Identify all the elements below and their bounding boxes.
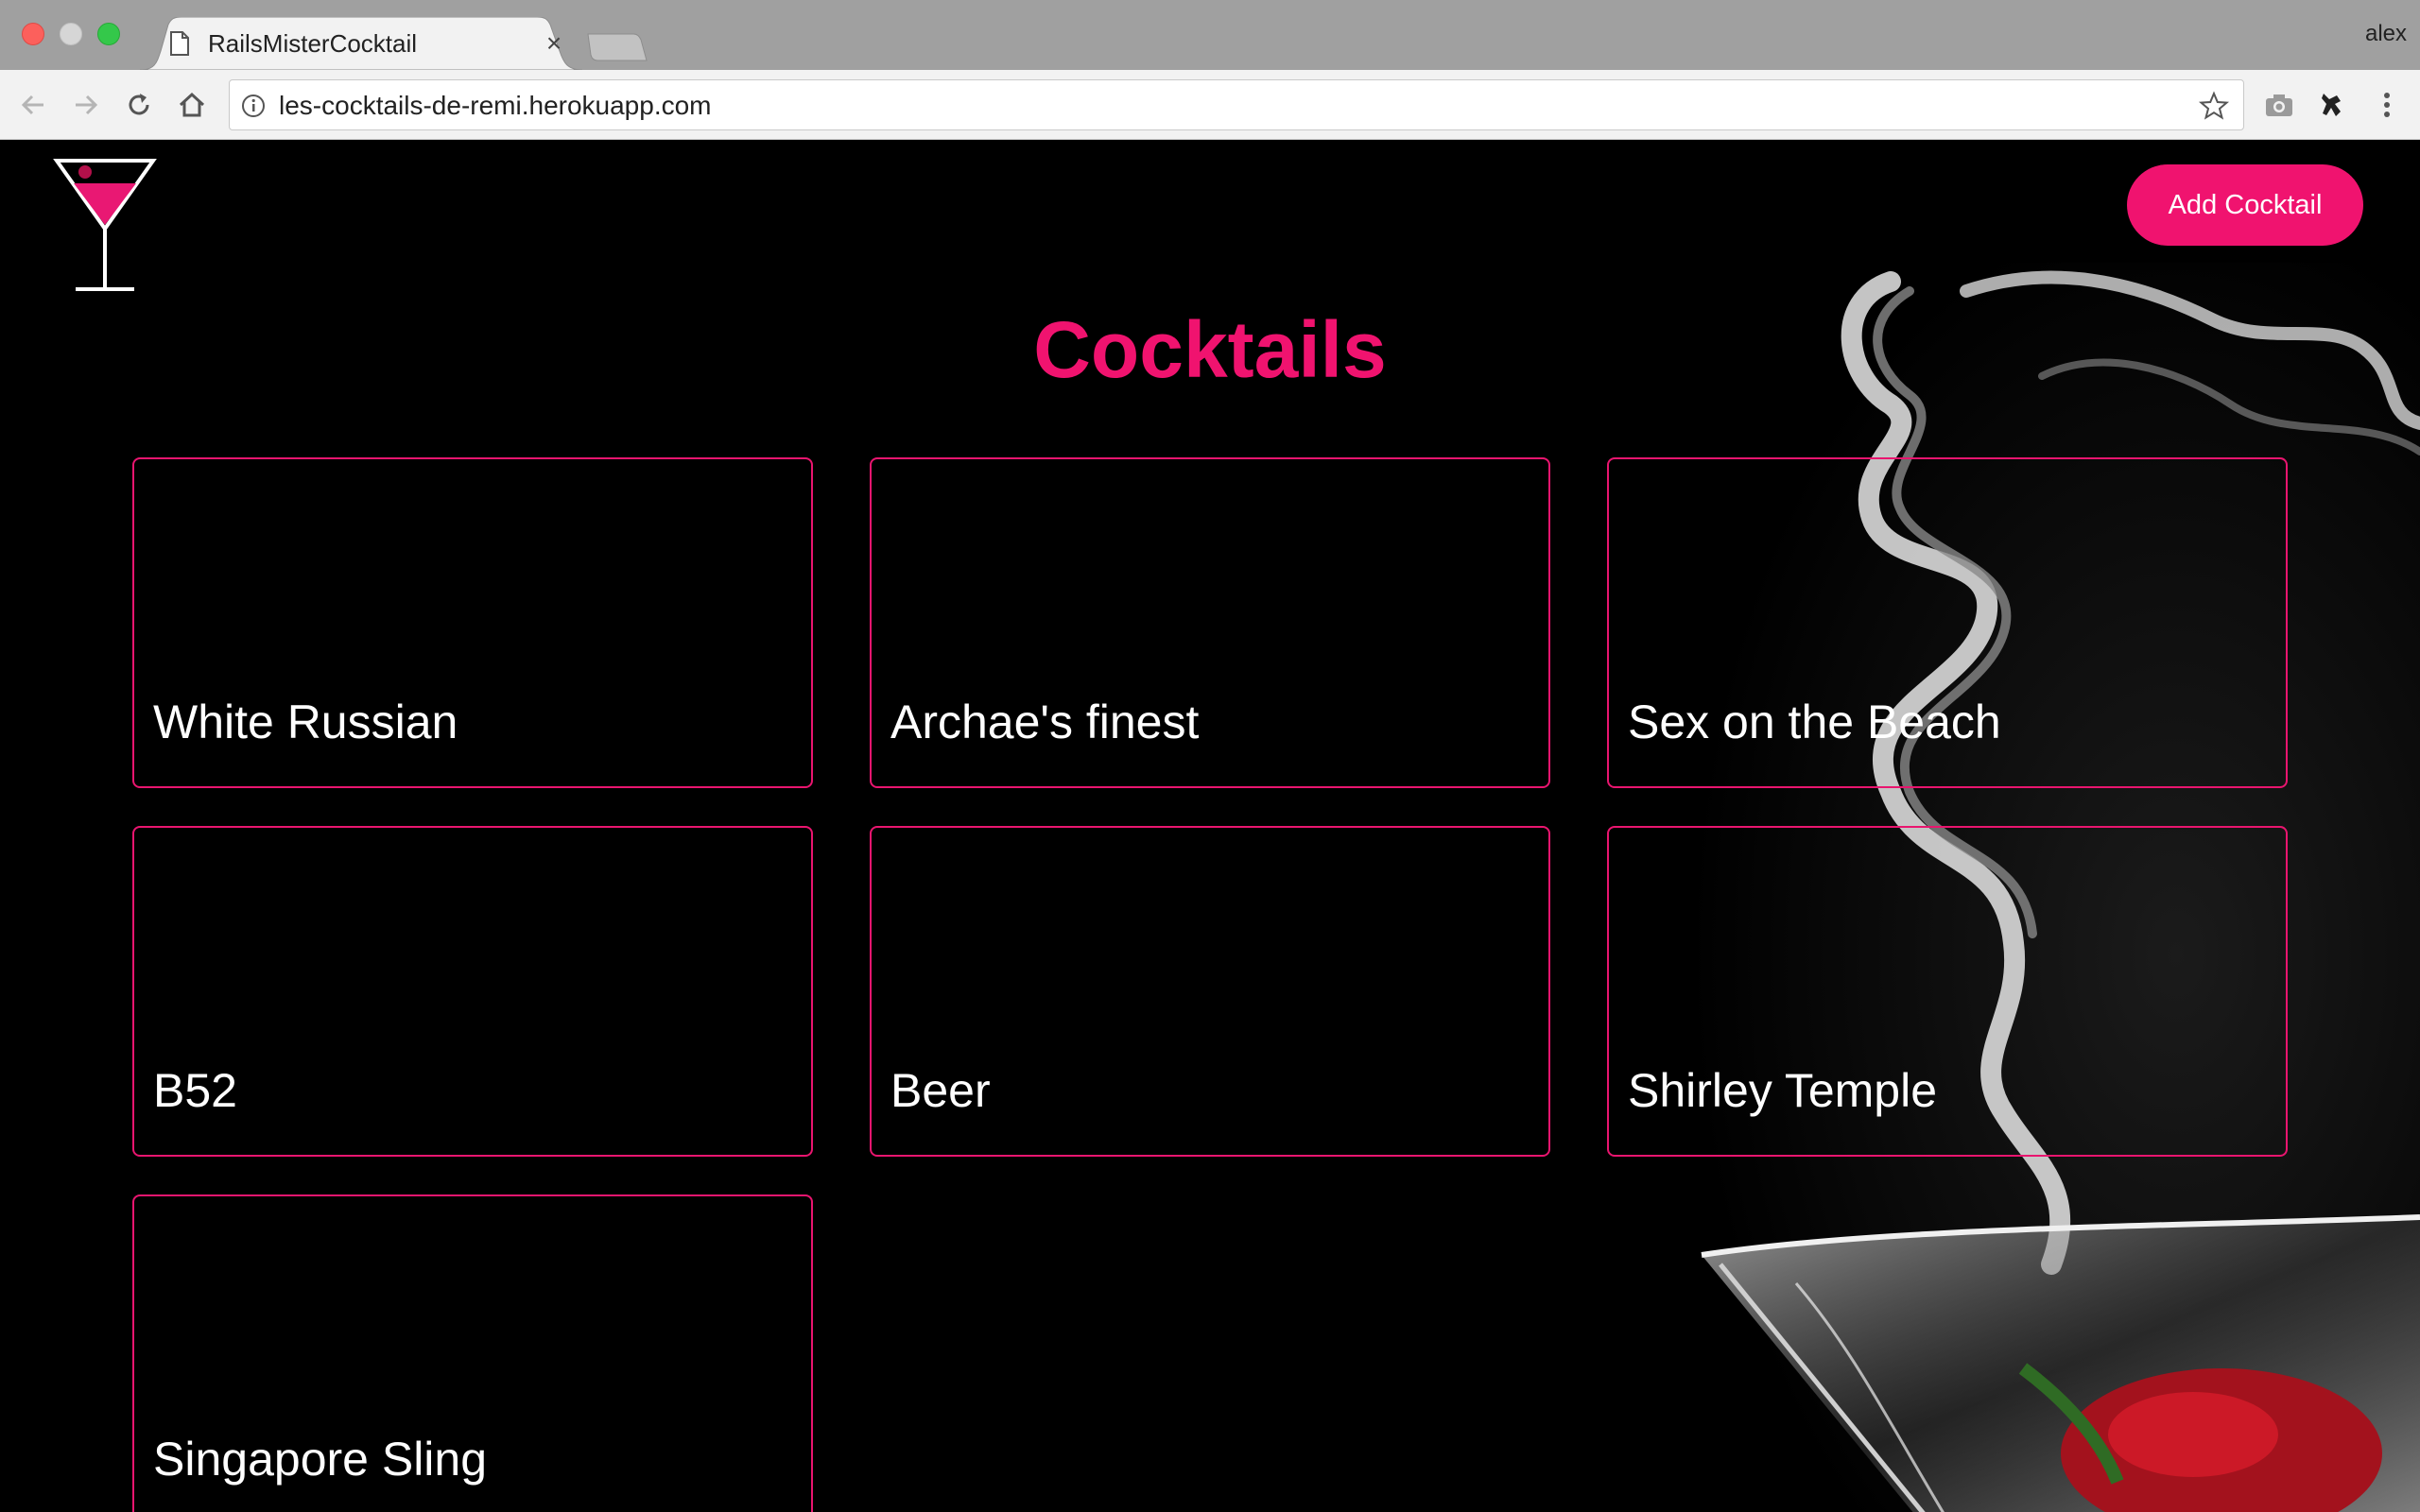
tab-title: RailsMisterCocktail bbox=[208, 29, 418, 58]
info-icon[interactable] bbox=[241, 94, 266, 118]
reload-icon[interactable] bbox=[121, 87, 157, 123]
cocktail-name: Shirley Temple bbox=[1628, 1064, 1938, 1117]
kebab-menu-icon[interactable] bbox=[2369, 87, 2405, 123]
forward-arrow-icon[interactable] bbox=[68, 87, 104, 123]
martini-glass-icon[interactable] bbox=[53, 157, 157, 295]
add-cocktail-button[interactable]: Add Cocktail bbox=[2127, 164, 2363, 246]
page-icon bbox=[170, 31, 189, 56]
cocktail-card[interactable]: Beer bbox=[870, 826, 1550, 1157]
cocktail-name: B52 bbox=[153, 1064, 237, 1117]
minimize-window-button[interactable] bbox=[60, 23, 82, 45]
cocktail-card[interactable]: Shirley Temple bbox=[1607, 826, 2288, 1157]
cocktail-card[interactable]: Singapore Sling bbox=[132, 1194, 813, 1512]
star-icon[interactable] bbox=[2198, 90, 2230, 122]
address-bar[interactable]: les-cocktails-de-remi.herokuapp.com bbox=[229, 79, 2244, 130]
back-arrow-icon[interactable] bbox=[15, 87, 51, 123]
cocktail-name: Beer bbox=[890, 1064, 991, 1117]
browser-toolbar: les-cocktails-de-remi.herokuapp.com bbox=[0, 70, 2420, 140]
camera-icon[interactable] bbox=[2261, 87, 2297, 123]
new-tab-button[interactable] bbox=[586, 32, 648, 62]
tab-strip: RailsMisterCocktail × alex bbox=[0, 0, 2420, 70]
profile-name[interactable]: alex bbox=[2365, 21, 2407, 47]
cocktail-card[interactable]: Sex on the Beach bbox=[1607, 457, 2288, 788]
url-text[interactable]: les-cocktails-de-remi.herokuapp.com bbox=[279, 91, 712, 121]
browser-chrome: RailsMisterCocktail × alex les-cocktails… bbox=[0, 0, 2420, 140]
page-title: Cocktails bbox=[1033, 305, 1387, 394]
cocktail-name: Sex on the Beach bbox=[1628, 696, 2001, 748]
extension-icon[interactable] bbox=[2314, 87, 2350, 123]
close-tab-icon[interactable]: × bbox=[541, 30, 567, 57]
cocktail-card[interactable]: White Russian bbox=[132, 457, 813, 788]
home-icon[interactable] bbox=[174, 87, 210, 123]
page-content: Add Cocktail Cocktails White Russian Arc… bbox=[0, 140, 2420, 1512]
tab-active[interactable]: RailsMisterCocktail × bbox=[140, 17, 582, 70]
cocktail-card[interactable]: Archae's finest bbox=[870, 457, 1550, 788]
cocktail-name: Singapore Sling bbox=[153, 1433, 488, 1486]
cocktail-name: Archae's finest bbox=[890, 696, 1200, 748]
cocktail-card[interactable]: B52 bbox=[132, 826, 813, 1157]
maximize-window-button[interactable] bbox=[97, 23, 120, 45]
cocktail-name: White Russian bbox=[153, 696, 458, 748]
close-window-button[interactable] bbox=[22, 23, 44, 45]
